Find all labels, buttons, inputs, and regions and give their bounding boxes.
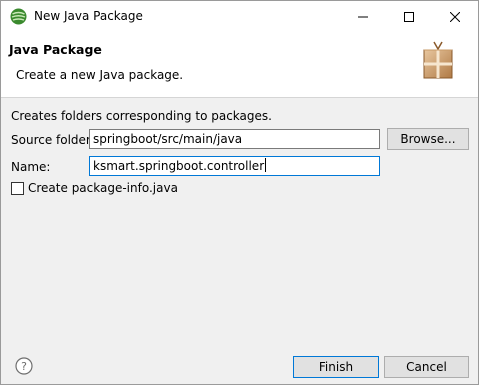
cancel-button[interactable]: Cancel [384,356,469,378]
name-input-value: ksmart.springboot.controller [93,159,265,173]
title-bar[interactable]: New Java Package [1,1,478,32]
maximize-button[interactable] [386,1,432,32]
finish-button[interactable]: Finish [293,356,379,378]
page-title: Java Package [9,42,102,57]
browse-button[interactable]: Browse... [387,128,469,150]
name-input[interactable]: ksmart.springboot.controller [89,156,380,176]
svg-text:?: ? [21,360,27,373]
close-button[interactable] [432,1,478,32]
maximize-icon [404,11,414,22]
minimize-button[interactable] [340,1,386,32]
text-caret [265,158,267,172]
wizard-header: Java Package Create a new Java package. [1,32,478,98]
source-folder-label: Source folder: [11,133,95,147]
window-title: New Java Package [34,9,143,23]
new-java-package-dialog: New Java Package Java Package Create a n… [0,0,479,385]
body-description: Creates folders corresponding to package… [11,109,272,123]
create-package-info-checkbox[interactable] [11,182,24,195]
page-description: Create a new Java package. [16,68,184,82]
help-icon[interactable]: ? [15,357,33,375]
create-package-info-label[interactable]: Create package-info.java [28,181,178,195]
close-icon [450,11,460,22]
eclipse-app-icon [10,8,27,25]
minimize-icon [358,16,368,17]
package-icon [423,41,453,79]
name-label: Name: [11,160,51,174]
source-folder-input[interactable]: springboot/src/main/java [89,129,380,149]
